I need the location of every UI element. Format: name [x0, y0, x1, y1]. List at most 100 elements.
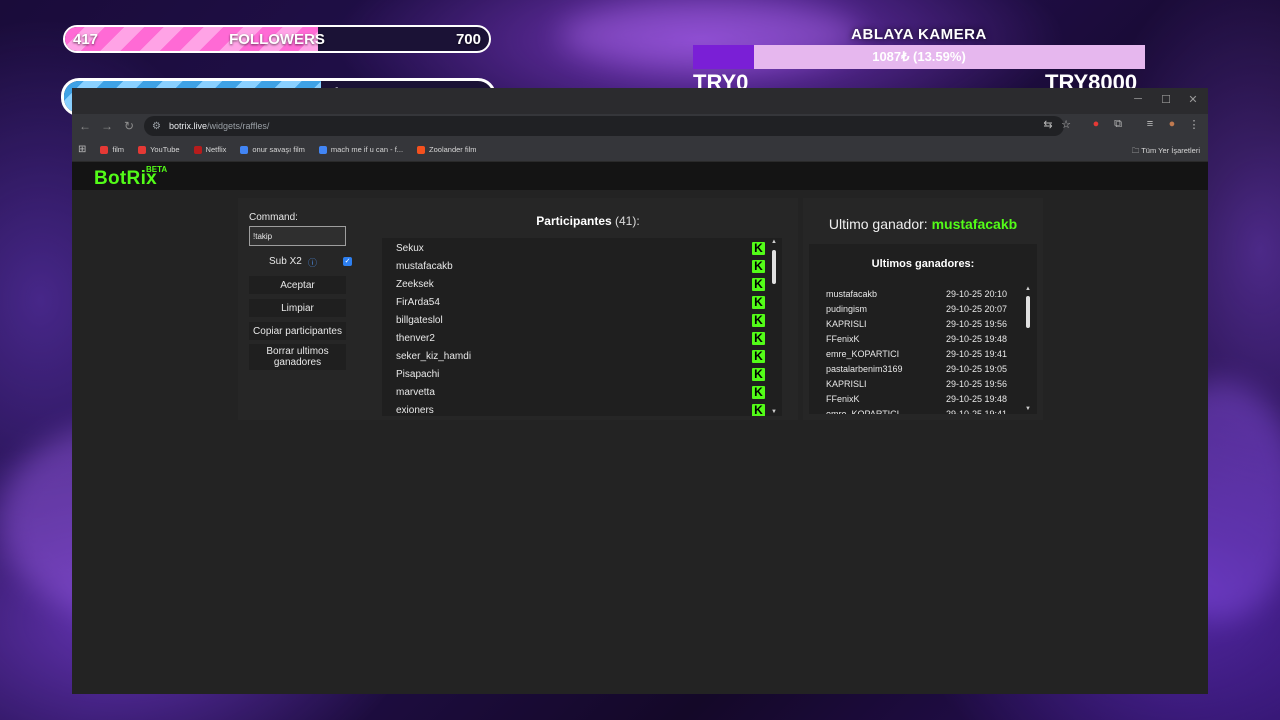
participant-row[interactable]: exioners K — [382, 402, 774, 416]
bookmark-item[interactable]: Netflix — [193, 145, 226, 154]
winner-name: FFenixK — [826, 394, 860, 404]
bookmark-star-icon[interactable]: ☆ — [1058, 118, 1074, 131]
donation-goal-bar: 1087₺ (13.59%) — [693, 45, 1145, 69]
winner-date: 29-10-25 19:05 — [946, 364, 1008, 374]
all-bookmarks-folder[interactable]: 🗀 Tüm Yer İşaretleri — [1132, 145, 1200, 158]
title-bar: ─ ☐ ✕ — [72, 88, 1208, 114]
winner-name: emre_KOPARTICI — [826, 409, 900, 414]
raffle-controls-panel: Command: Sub X2 ⓘ ✓ Aceptar Limpiar Copi… — [238, 198, 378, 420]
followers-label: FOLLOWERS — [229, 30, 325, 48]
info-icon[interactable]: ⓘ — [308, 256, 317, 269]
kick-platform-icon: K — [752, 404, 765, 416]
participant-row[interactable]: Sekux K — [382, 240, 774, 258]
bookmark-item[interactable]: Zoolander film — [417, 145, 477, 154]
bookmark-item[interactable]: onur savaşı film — [240, 145, 305, 154]
translate-icon[interactable]: ⇆ — [1040, 118, 1056, 131]
winner-date: 29-10-25 19:56 — [946, 379, 1008, 389]
winner-date: 29-10-25 19:56 — [946, 319, 1008, 329]
winners-history-box[interactable]: Ultimos ganadores: mustafacakb 29-10-25 2… — [809, 244, 1037, 414]
bookmark-item[interactable]: film — [100, 145, 124, 154]
followers-goal-bar: 417 FOLLOWERS 700 — [63, 25, 491, 53]
maximize-icon[interactable]: ☐ — [1158, 93, 1174, 106]
participant-row[interactable]: Pisapachi K — [382, 366, 774, 384]
last-winner-name: mustafacakb — [931, 216, 1018, 232]
site-header: BotRix BETA — [72, 162, 1208, 190]
donation-goal-title: ABLAYA KAMERA — [851, 26, 987, 43]
forward-icon[interactable]: → — [96, 119, 118, 133]
bookmark-favicon-icon — [240, 145, 249, 154]
url-text[interactable]: botrix.live/widgets/raffles/ — [169, 121, 269, 131]
site-info-icon[interactable]: ⚙ — [152, 121, 161, 132]
participants-list[interactable]: Sekux Kmustafacakb K Zeeksek K FirArda54 Kbill… — [382, 238, 782, 416]
participant-name: Sekux — [396, 243, 424, 254]
winner-date: 29-10-25 19:41 — [946, 409, 1008, 414]
participant-row[interactable]: FirArda54 K — [382, 294, 774, 312]
reload-icon[interactable]: ↻ — [118, 119, 140, 133]
participant-name: thenver2 — [396, 333, 435, 344]
participant-row[interactable]: billgateslol K — [382, 312, 774, 330]
winner-name: pastalarbenim3169 — [826, 364, 903, 374]
scroll-thumb[interactable] — [772, 250, 776, 284]
winner-date: 29-10-25 19:41 — [946, 349, 1008, 359]
command-input[interactable] — [249, 226, 346, 246]
participant-row[interactable]: Zeeksek K — [382, 276, 774, 294]
url-bar[interactable]: ⚙ botrix.live/widgets/raffles/ — [144, 116, 1064, 136]
menu-icon[interactable]: ⋮ — [1186, 118, 1202, 131]
scroll-up-icon[interactable]: ▲ — [1024, 286, 1032, 292]
participant-row[interactable]: seker_kiz_hamdi K — [382, 348, 774, 366]
kick-platform-icon: K — [752, 314, 765, 327]
winner-date: 29-10-25 19:48 — [946, 394, 1008, 404]
winners-history-title: Ultimos ganadores: — [871, 258, 975, 270]
scroll-down-icon[interactable]: ▼ — [1024, 406, 1032, 412]
copy-participants-button[interactable]: Copiar participantes — [249, 322, 346, 340]
participant-name: seker_kiz_hamdi — [396, 351, 472, 362]
kick-platform-icon: K — [752, 368, 765, 381]
donation-progress-text: 1087₺ (13.59%) — [872, 49, 966, 64]
last-winner-heading: Ultimo ganador: mustafacakb — [828, 216, 1018, 232]
participant-row[interactable]: marvetta K — [382, 384, 774, 402]
extensions-puzzle-icon[interactable]: ⧉ — [1110, 118, 1126, 131]
winner-date: 29-10-25 20:10 — [946, 289, 1008, 299]
close-icon[interactable]: ✕ — [1185, 93, 1201, 106]
minimize-icon[interactable]: ─ — [1130, 93, 1146, 105]
scroll-thumb[interactable] — [1026, 296, 1030, 328]
winner-name: mustafacakb — [826, 289, 878, 299]
back-icon[interactable]: ← — [74, 119, 96, 133]
participant-row[interactable]: mustafacakb K — [382, 258, 774, 276]
winner-row: emre_KOPARTICI 29-10-25 19:41 — [826, 349, 1026, 363]
address-toolbar: ← → ↻ ⚙ botrix.live/widgets/raffles/ ⇆ ☆… — [72, 114, 1208, 138]
browser-window: ─ ☐ ✕ ← → ↻ ⚙ botrix.live/widgets/raffle… — [72, 88, 1208, 694]
winner-name: emre_KOPARTICI — [826, 349, 900, 359]
winner-name: KAPRISLI — [826, 319, 867, 329]
scroll-up-icon[interactable]: ▲ — [770, 239, 778, 245]
participants-scrollbar[interactable]: ▲ ▼ — [770, 238, 778, 416]
participant-name: billgateslol — [396, 315, 443, 326]
media-controls-icon[interactable]: ≡ — [1142, 118, 1158, 130]
winner-row: FFenixK 29-10-25 19:48 — [826, 394, 1026, 408]
accept-button[interactable]: Aceptar — [249, 276, 346, 294]
winner-row: FFenixK 29-10-25 19:48 — [826, 334, 1026, 348]
participant-row[interactable]: thenver2 K — [382, 330, 774, 348]
profile-avatar[interactable]: ● — [1164, 118, 1180, 130]
kick-platform-icon: K — [752, 332, 765, 345]
bookmark-item[interactable]: mach me if u can - f... — [318, 145, 403, 154]
participants-title: Participantes (41): — [536, 214, 640, 228]
bookmark-favicon-icon — [100, 145, 109, 154]
scroll-down-icon[interactable]: ▼ — [770, 409, 778, 415]
participants-panel: Participantes (41): Sekux Kmustafacakb K Ze… — [378, 198, 798, 420]
participant-name: Zeeksek — [396, 279, 434, 290]
clear-button[interactable]: Limpiar — [249, 299, 346, 317]
participant-name: mustafacakb — [396, 261, 453, 272]
winner-name: pudingism — [826, 304, 868, 314]
winner-row: emre_KOPARTICI 29-10-25 19:41 — [826, 409, 1026, 414]
winner-row: KAPRISLI 29-10-25 19:56 — [826, 319, 1026, 333]
delete-winners-button[interactable]: Borrar ultimos ganadores — [249, 344, 346, 370]
sub-multiplier-checkbox[interactable]: ✓ — [343, 257, 352, 266]
winners-scrollbar[interactable]: ▲ ▼ — [1024, 286, 1032, 412]
kick-platform-icon: K — [752, 386, 765, 399]
apps-icon[interactable]: ⊞ — [78, 144, 86, 155]
bookmark-item[interactable]: YouTube — [138, 145, 180, 154]
extension-icon[interactable]: ● — [1088, 118, 1104, 130]
followers-goal: 700 — [455, 30, 481, 48]
winner-row: KAPRISLI 29-10-25 19:56 — [826, 379, 1026, 393]
